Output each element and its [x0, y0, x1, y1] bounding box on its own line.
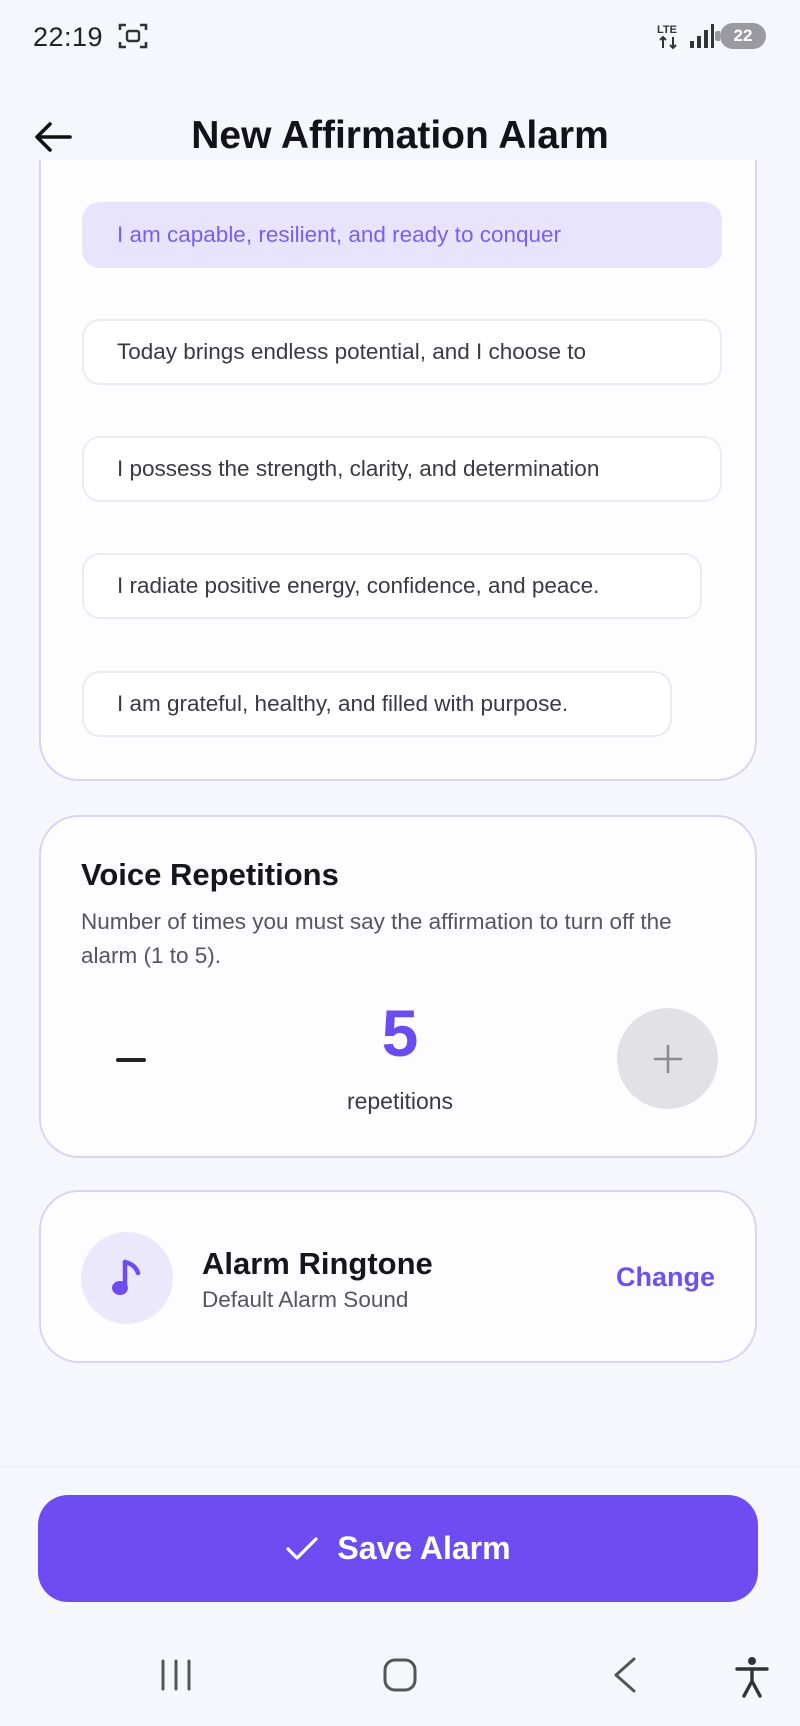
ringtone-icon-badge [81, 1232, 173, 1324]
plus-icon [653, 1044, 682, 1073]
voice-repetitions-card: Voice Repetitions Number of times you mu… [39, 815, 757, 1158]
signal-icon [690, 24, 714, 48]
change-ringtone-button[interactable]: Change [616, 1262, 715, 1293]
status-bar: 22:19 LTE 22 [0, 0, 800, 76]
lte-text: LTE [657, 24, 677, 36]
save-alarm-label: Save Alarm [337, 1530, 511, 1566]
screen-record-icon [118, 23, 148, 49]
increment-button[interactable] [617, 1008, 718, 1109]
ringtone-title: Alarm Ringtone [202, 1246, 433, 1281]
save-alarm-button[interactable]: Save Alarm [38, 1495, 758, 1602]
ringtone-subtitle: Default Alarm Sound [202, 1287, 409, 1312]
status-time: 22:19 [33, 22, 104, 52]
status-icons: LTE 22 [656, 22, 766, 50]
affirmation-option[interactable]: I radiate positive energy, confidence, a… [82, 553, 702, 619]
screen: 22:19 LTE 22 New Affirmation Alarm I am … [0, 0, 800, 1726]
voice-repetitions-title: Voice Repetitions [81, 857, 339, 892]
system-back-icon[interactable] [610, 1655, 640, 1695]
music-note-icon [112, 1259, 141, 1295]
checkmark-icon [286, 1536, 319, 1560]
alarm-ringtone-card[interactable]: Alarm Ringtone Default Alarm Sound Chang… [39, 1190, 757, 1363]
battery-icon: 22 [715, 23, 766, 49]
system-nav-bar [0, 1636, 800, 1716]
lte-icon: LTE [657, 24, 677, 50]
page-title: New Affirmation Alarm [191, 114, 609, 157]
affirmation-option[interactable]: Today brings endless potential, and I ch… [82, 319, 722, 385]
voice-repetitions-description: Number of times you must say the affirma… [81, 909, 672, 968]
recent-apps-icon[interactable] [158, 1658, 194, 1692]
affirmation-option[interactable]: I possess the strength, clarity, and det… [82, 436, 722, 502]
battery-level: 22 [733, 26, 753, 45]
accessibility-icon[interactable] [734, 1656, 770, 1698]
affirmation-option[interactable]: I am capable, resilient, and ready to co… [82, 202, 722, 268]
home-icon[interactable] [382, 1656, 418, 1694]
footer-divider [0, 1467, 800, 1468]
affirmations-card: I am capable, resilient, and ready to co… [39, 160, 757, 781]
affirmation-option[interactable]: I am grateful, healthy, and filled with … [82, 671, 672, 737]
